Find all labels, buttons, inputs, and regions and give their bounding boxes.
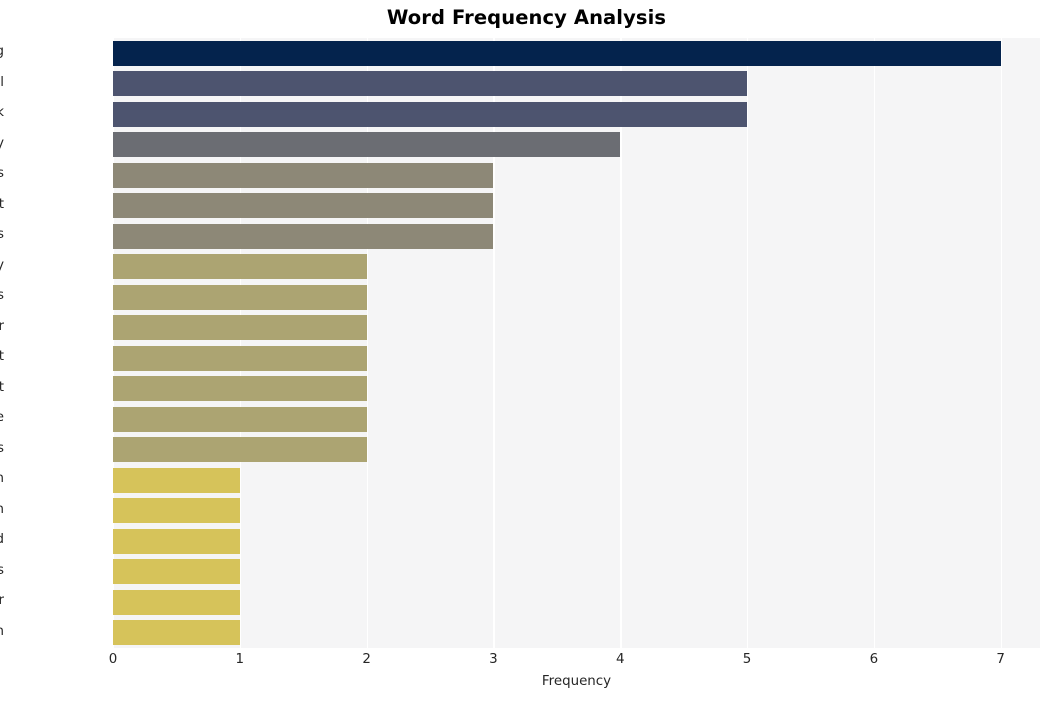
bar-row (113, 252, 1040, 283)
chart-title: Word Frequency Analysis (386, 6, 667, 29)
x-tick-label-5: 5 (742, 652, 752, 667)
bar-phishing[interactable] (113, 40, 1001, 66)
bar-row (113, 404, 1040, 435)
bar-attack[interactable] (113, 101, 748, 127)
bar-row (113, 343, 1040, 374)
bar-come[interactable] (113, 406, 367, 432)
bar-row (113, 313, 1040, 344)
bar-mind[interactable] (113, 528, 240, 554)
y-tick-label-report: report (0, 349, 4, 365)
bar-cybersecurity[interactable] (113, 254, 367, 280)
bar-row (113, 557, 1040, 588)
bar-professionals[interactable] (113, 559, 240, 585)
y-tick-label-deepfakes: deepfakes (0, 440, 4, 456)
bar-decision[interactable] (113, 620, 240, 646)
x-tick-label-7: 7 (996, 652, 1005, 667)
bar-row (113, 526, 1040, 557)
bar-email[interactable] (113, 71, 748, 97)
bar-row (113, 99, 1040, 130)
bar-remain[interactable] (113, 498, 240, 524)
bar-threat[interactable] (113, 193, 494, 219)
bar-row (113, 374, 1040, 405)
bar-deepfakes[interactable] (113, 437, 367, 463)
bar-cyber[interactable] (113, 589, 240, 615)
x-tick-label-0: 0 (108, 652, 118, 667)
y-tick-label-professionals: professionals (0, 562, 4, 578)
y-tick-label-hash: hash (0, 471, 4, 486)
x-tick-label-3: 3 (489, 652, 498, 667)
y-tick-label-email: email (0, 74, 4, 90)
y-tick-label-mind: mind (0, 532, 4, 547)
y-tick-label-previous: previous (0, 288, 4, 304)
bar-row (113, 69, 1040, 100)
y-tick-label-phishing: phishing (0, 44, 4, 59)
y-tick-label-attack: attack (0, 105, 4, 121)
y-tick-label-remain: remain (0, 502, 4, 517)
y-tick-label-cybersecurity: cybersecurity (0, 257, 4, 273)
x-tick-label-6: 6 (869, 652, 879, 667)
bar-security[interactable] (113, 132, 621, 158)
bar-previous[interactable] (113, 284, 367, 310)
y-tick-label-year: year (0, 318, 4, 334)
bar-account[interactable] (113, 376, 367, 402)
bar-row (113, 587, 1040, 618)
y-tick-label-organizations: organizations (0, 227, 4, 243)
bar-row (113, 160, 1040, 191)
bar-egress[interactable] (113, 162, 494, 188)
bar-row (113, 130, 1040, 161)
bar-row (113, 465, 1040, 496)
x-tick-label-4: 4 (615, 652, 625, 667)
y-tick-label-cyber: cyber (0, 593, 4, 609)
bar-report[interactable] (113, 345, 367, 371)
bar-row (113, 496, 1040, 527)
chart-figure: Word Frequency Analysis phishing email att… (0, 0, 1053, 701)
bar-organizations[interactable] (113, 223, 494, 249)
bar-row (113, 282, 1040, 313)
bar-row (113, 38, 1040, 69)
bar-row (113, 435, 1040, 466)
bar-year[interactable] (113, 315, 367, 341)
y-tick-label-come: come (0, 410, 4, 425)
y-tick-label-decision: decision (0, 624, 4, 639)
x-axis-label: Frequency (541, 674, 612, 689)
y-tick-label-security: security (0, 135, 4, 151)
y-tick-label-account: account (0, 379, 4, 395)
y-tick-label-threat: threat (0, 196, 4, 212)
bar-row (113, 618, 1040, 649)
bar-hash[interactable] (113, 467, 240, 493)
x-tick-label-2: 2 (362, 652, 371, 667)
plot-area (113, 38, 1040, 648)
bar-row (113, 221, 1040, 252)
x-tick-label-1: 1 (235, 652, 245, 667)
y-tick-label-egress: egress (0, 166, 4, 182)
bar-row (113, 191, 1040, 222)
